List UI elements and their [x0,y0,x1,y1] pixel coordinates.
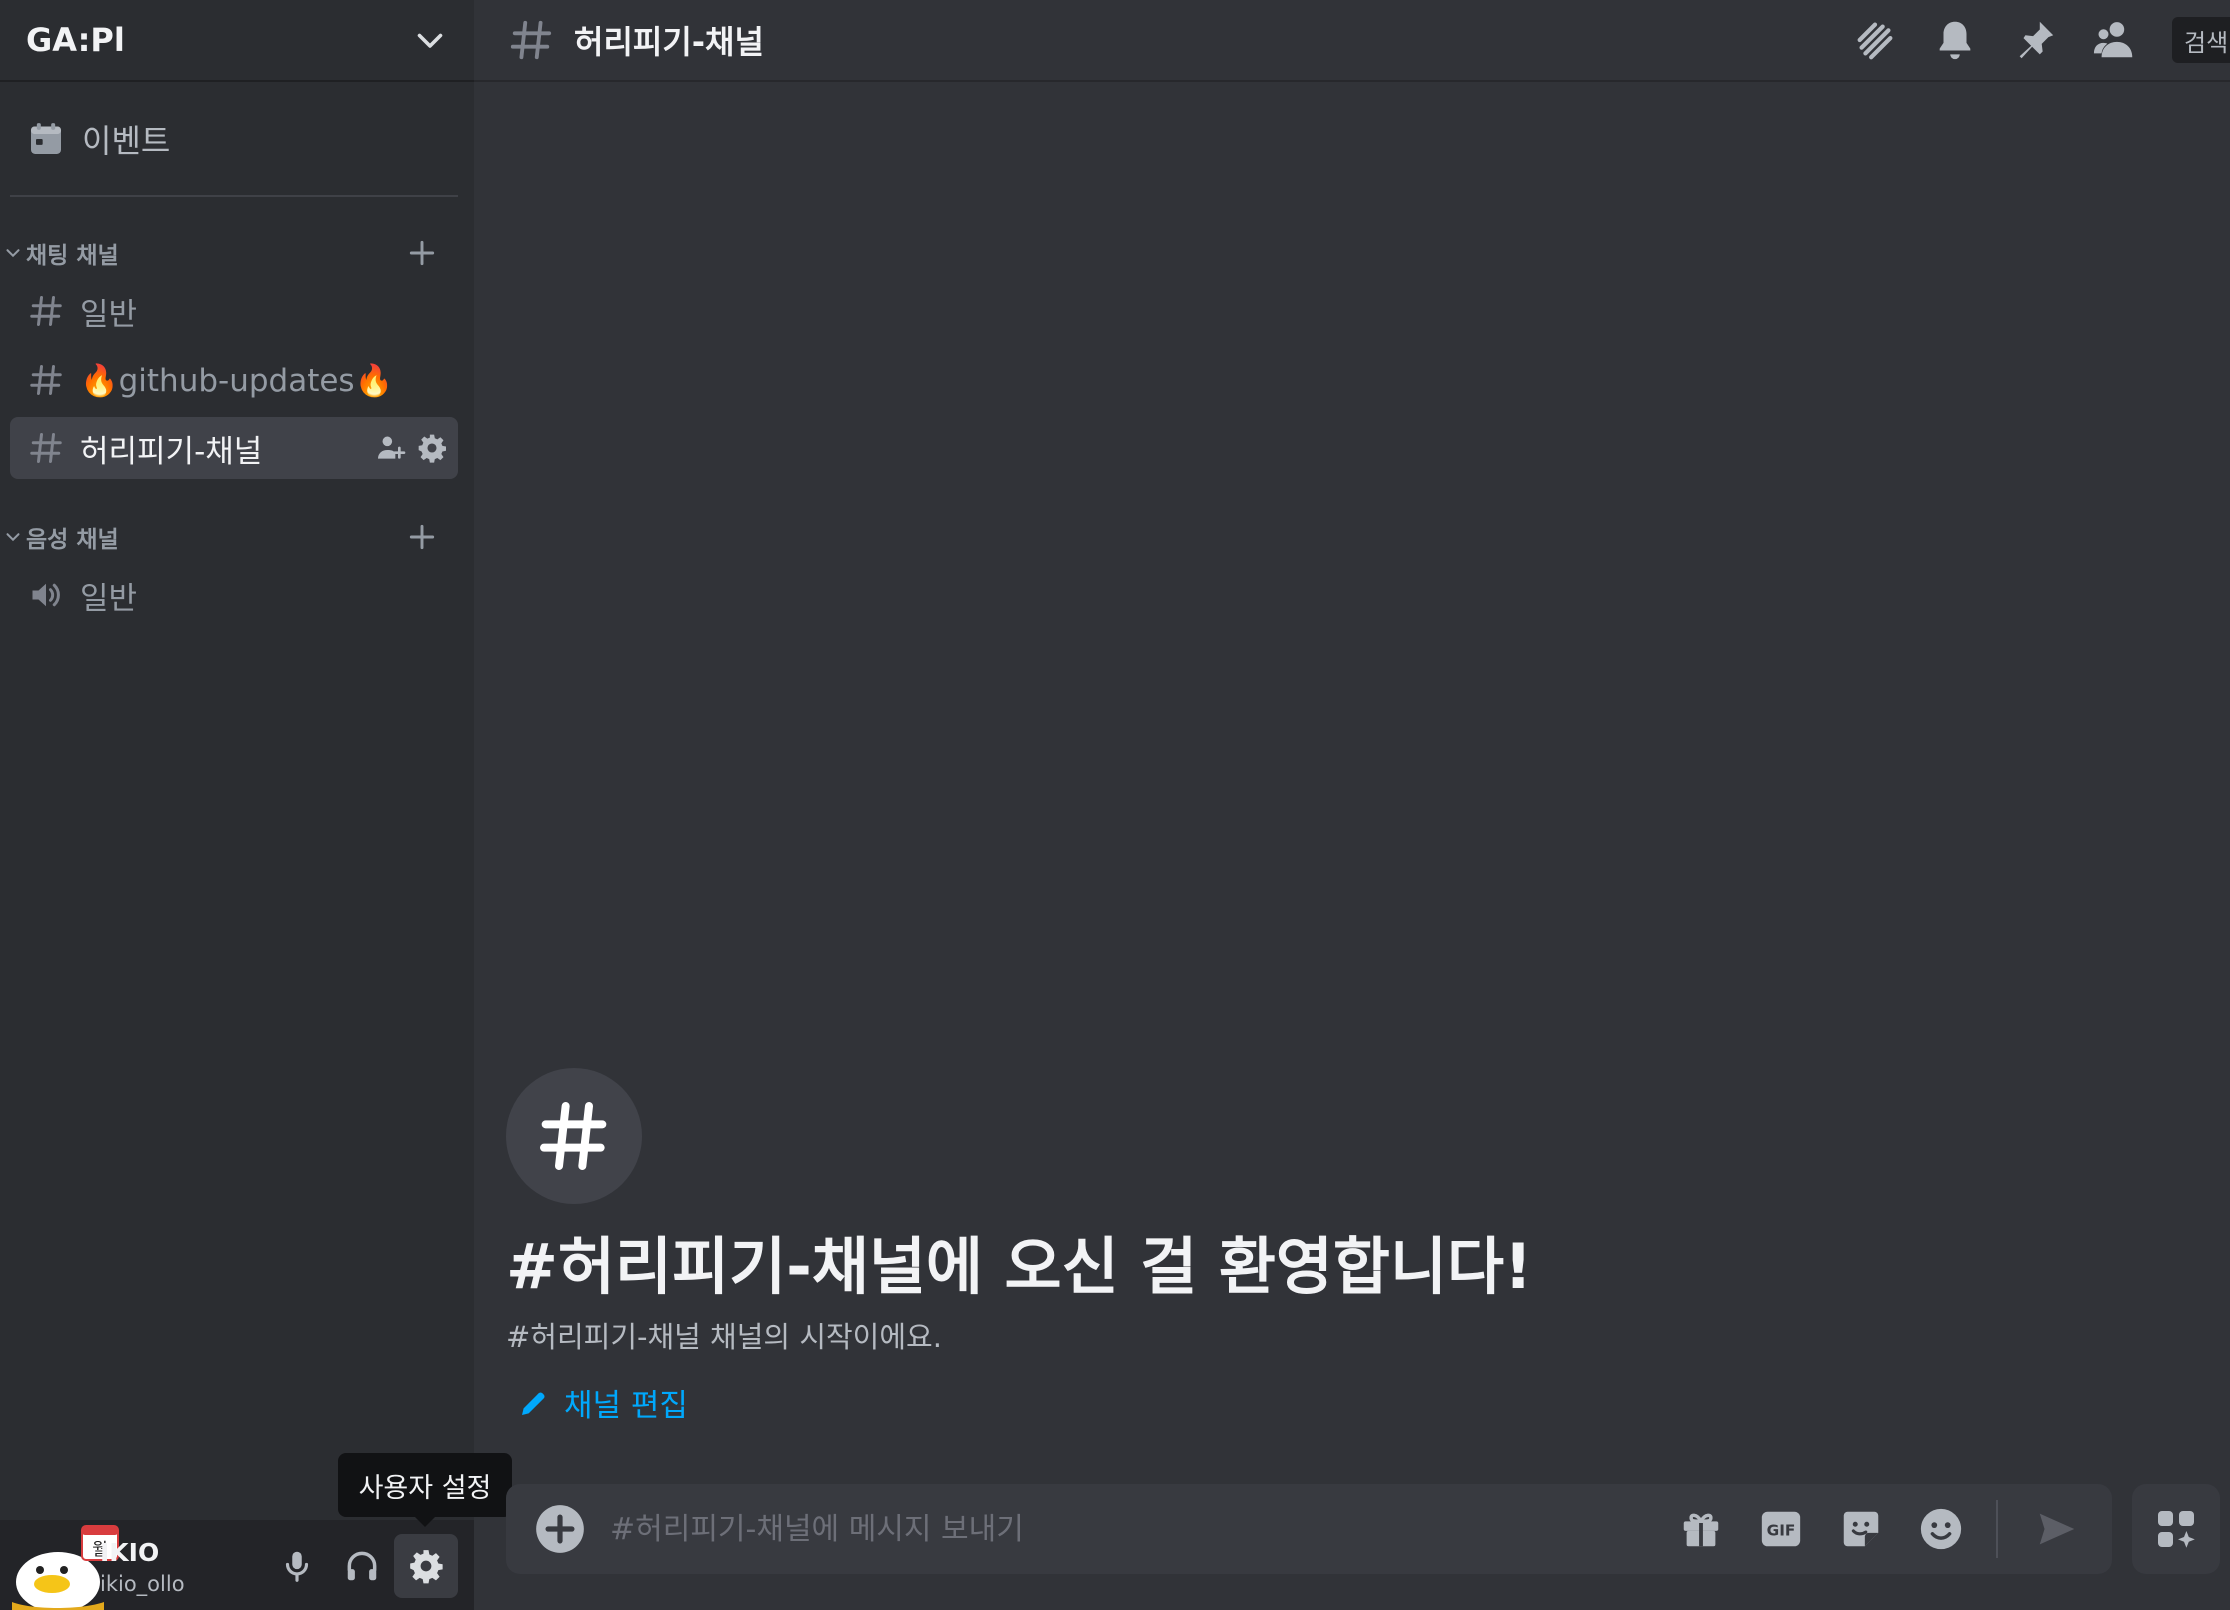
chat-header: 허리피기-채널 검색 [474,0,2230,82]
edit-channel-label: 채널 편집 [564,1388,688,1424]
category-label: 음성 채널 [26,527,119,553]
channel-label: 🔥github-updates🔥 [80,362,394,399]
voice-channel-general[interactable]: 일반 [10,564,458,626]
create-channel-icon[interactable] [406,521,438,553]
gift-icon [1683,1513,1719,1547]
apps-icon [2158,1511,2195,1548]
hash-icon [510,20,552,60]
hash-icon [30,433,62,463]
chevron-down-icon [6,533,20,542]
deafen-button[interactable] [330,1534,394,1598]
speaker-icon [32,583,60,607]
category-voice-channels[interactable]: 음성 채널 [0,517,474,557]
hash-icon [30,296,62,326]
category-label: 채팅 채널 [26,243,119,269]
user-username: ikio_ollo [100,1572,185,1596]
threads-icon [1857,22,1893,60]
bell-icon [1939,21,1971,60]
send-button[interactable] [2032,1504,2082,1554]
user-panel: 월 IKIO ikio_ollo [0,1520,474,1610]
server-name: GA:Pl [26,21,125,59]
mute-button[interactable] [265,1534,329,1598]
svg-text:GIF: GIF [1767,1522,1796,1540]
events-label: 이벤트 [82,122,171,160]
emoji-button[interactable] [1916,1504,1966,1554]
user-display-name[interactable]: IKIO [100,1538,159,1567]
gear-icon[interactable] [416,432,448,464]
search-input[interactable]: 검색 [2172,17,2230,63]
welcome-subtitle: #허리피기-채널 채널의 시작이에요. [506,1320,942,1354]
user-settings-button[interactable] [394,1534,458,1598]
channel-label: 일반 [80,296,138,333]
gif-button[interactable]: GIF [1756,1504,1806,1554]
hash-icon [540,1102,607,1170]
events-item[interactable]: 이벤트 [26,112,170,166]
channel-github-updates[interactable]: 🔥github-updates🔥 [10,349,458,411]
message-composer: GIF [506,1484,2112,1574]
emoji-icon [1920,1508,1962,1550]
threads-button[interactable] [1850,15,1900,65]
channel-sidebar: GA:Pl 이벤트 채팅 채널 일반 🔥github-updates🔥 허리피기… [0,0,512,1610]
channel-general[interactable]: 일반 [10,280,458,342]
headphones-icon [347,1551,377,1581]
gear-icon [410,1550,443,1584]
pinned-messages-button[interactable] [2010,15,2060,65]
sticker-icon [1843,1511,1879,1547]
discord-app: GA:Pl 이벤트 채팅 채널 일반 🔥github-updates🔥 허리피기… [0,0,2230,1610]
member-list-button[interactable] [2090,15,2140,65]
pin-icon [2019,21,2054,59]
chevron-down-icon [6,249,20,258]
channel-hash-badge [506,1068,642,1204]
server-header[interactable]: GA:Pl [0,0,474,82]
user-settings-tooltip: 사용자 설정 [338,1453,512,1527]
channel-heoripigi[interactable]: 허리피기-채널 [10,417,458,479]
gift-button[interactable] [1676,1504,1726,1554]
message-input[interactable] [610,1499,1676,1559]
chevron-down-icon[interactable] [412,22,448,58]
gif-icon: GIF [1761,1511,1801,1547]
notification-settings-button[interactable] [1930,15,1980,65]
sticker-button[interactable] [1836,1504,1886,1554]
hash-icon [30,365,62,395]
channel-label: 허리피기-채널 [80,433,263,470]
pencil-icon [522,1392,545,1415]
invite-member-icon[interactable] [374,432,406,464]
microphone-icon [285,1551,309,1582]
composer-separator [1996,1500,1998,1558]
channel-title: 허리피기-채널 [574,23,764,61]
channel-label: 일반 [80,580,138,617]
members-icon [2093,22,2133,58]
welcome-title: #허리피기-채널에 오신 걸 환영합니다! [506,1230,1533,1303]
calendar-icon [31,123,61,154]
edit-channel-link[interactable]: 채널 편집 [518,1380,688,1425]
sidebar-divider [10,195,458,197]
create-channel-icon[interactable] [406,237,438,269]
category-text-channels[interactable]: 채팅 채널 [0,233,474,273]
apps-button[interactable] [2132,1484,2220,1574]
send-icon [2039,1513,2075,1545]
add-attachment-icon[interactable] [534,1503,586,1555]
